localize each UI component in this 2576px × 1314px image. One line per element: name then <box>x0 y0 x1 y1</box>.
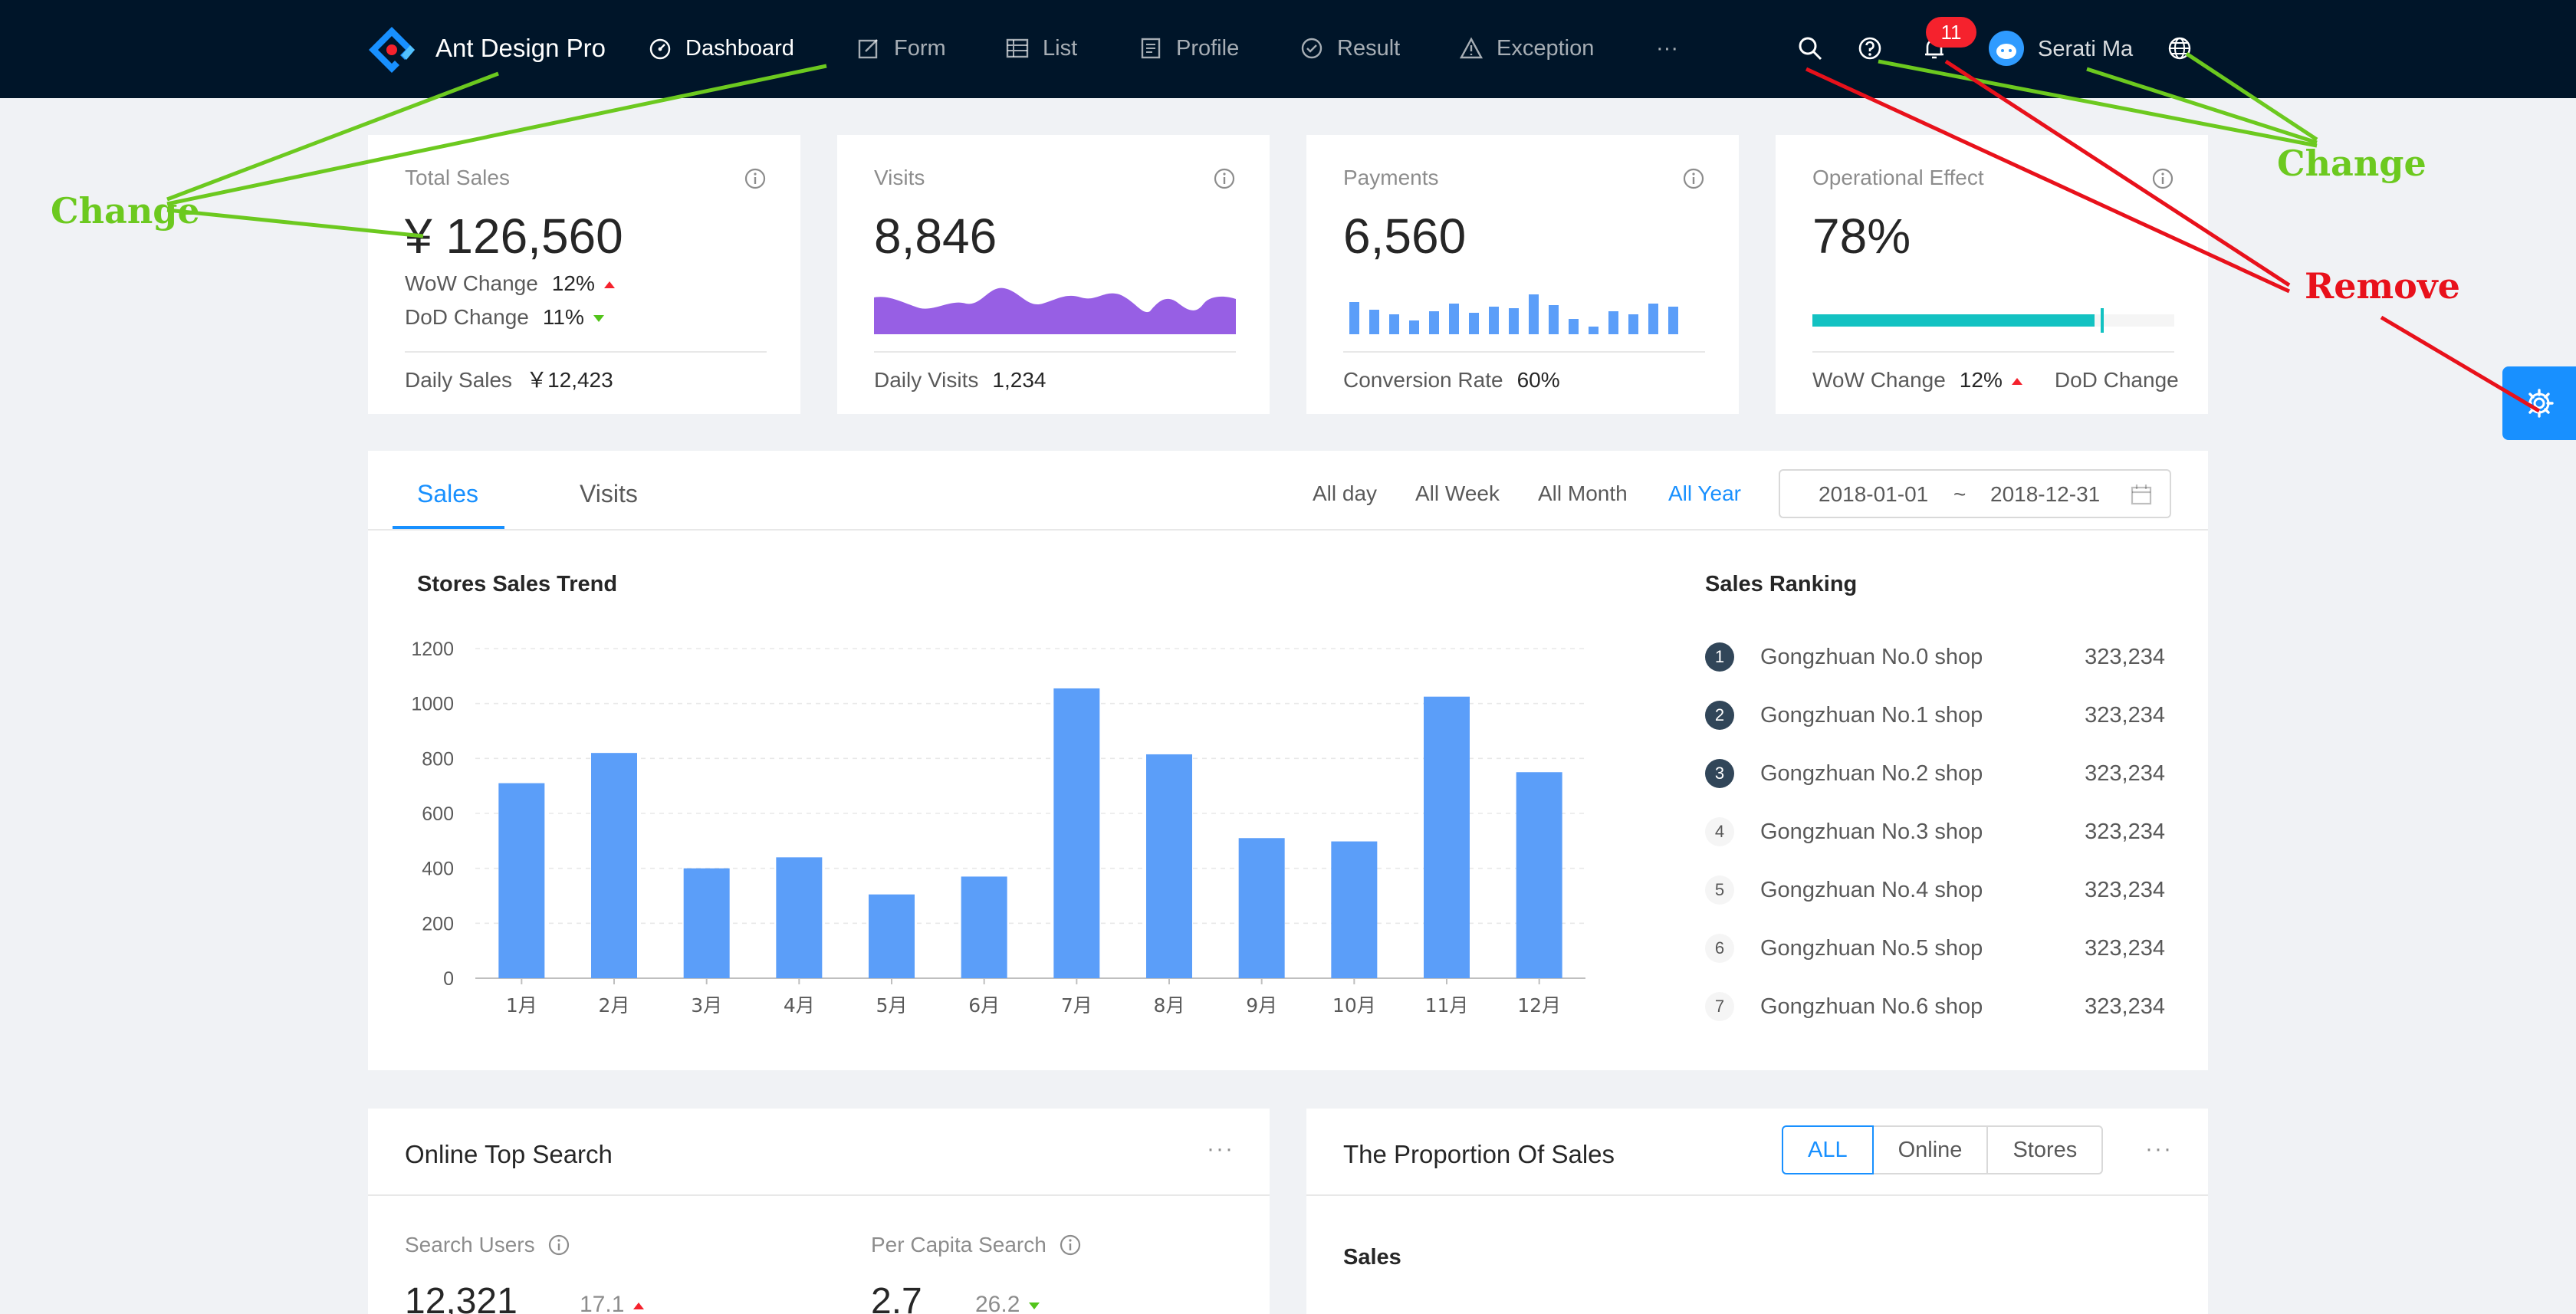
annotation-lines <box>166 51 2541 413</box>
annotation-change-left: Change <box>51 190 200 232</box>
annotation-change-right: Change <box>2277 143 2426 184</box>
annotation-remove: Remove <box>2305 265 2460 307</box>
radio-all[interactable]: ALL <box>1782 1125 1874 1174</box>
